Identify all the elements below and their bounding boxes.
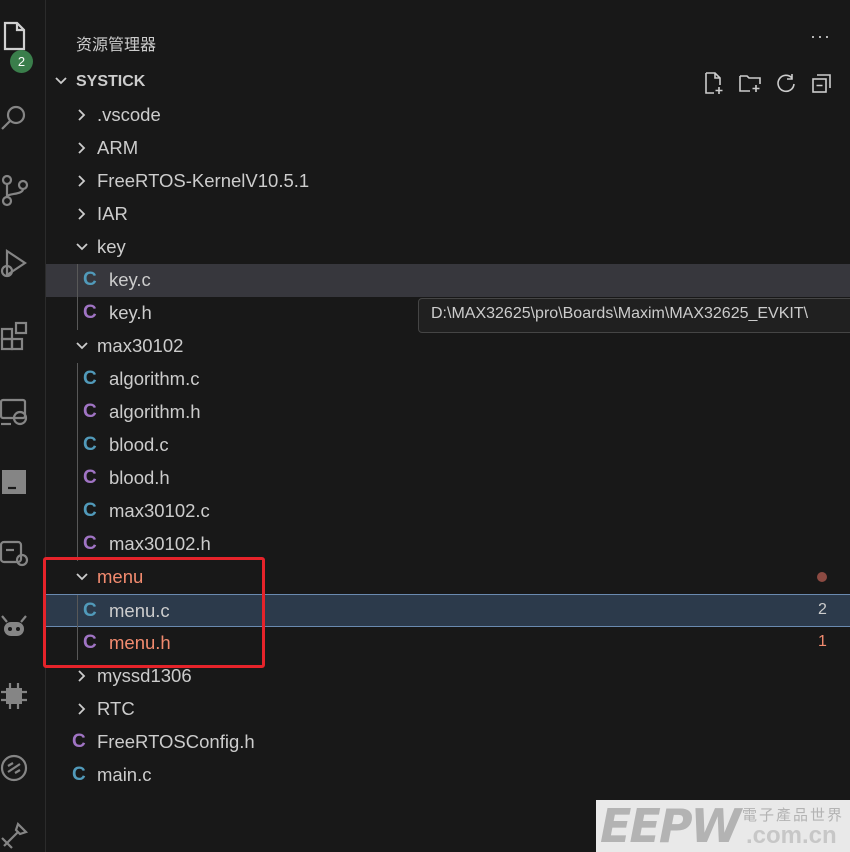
- indent-guide: [77, 297, 78, 330]
- device-settings-icon[interactable]: [0, 534, 34, 574]
- tree-folder-row[interactable]: key: [46, 231, 850, 264]
- indent-guide: [77, 363, 78, 396]
- file-label: blood.h: [109, 467, 170, 488]
- tree-folder-row[interactable]: max30102: [46, 330, 850, 363]
- folder-label: myssd1306: [97, 665, 192, 686]
- chevron-right-icon: [75, 141, 89, 155]
- folder-label: RTC: [97, 698, 135, 719]
- eepw-watermark: EEPW 電子產品世界 .com.cn: [596, 800, 850, 852]
- c-source-file-icon: C: [72, 764, 86, 785]
- file-label: main.c: [97, 764, 152, 785]
- chip-icon[interactable]: [0, 676, 34, 716]
- explorer-sidebar: 资源管理器 ··· SYSTICK .vscode ARM FreeRTOS-Ker…: [46, 0, 850, 852]
- problem-count-badge: 1: [818, 633, 827, 650]
- link-icon[interactable]: [0, 748, 34, 788]
- tools-icon[interactable]: [0, 816, 34, 852]
- run-debug-icon[interactable]: [0, 244, 34, 284]
- more-actions-button[interactable]: ···: [810, 26, 831, 47]
- c-header-file-icon: C: [83, 467, 97, 488]
- chevron-right-icon: [75, 669, 89, 683]
- file-label: algorithm.c: [109, 368, 200, 389]
- tree-file-row[interactable]: Cmain.c: [46, 759, 850, 792]
- chevron-down-icon: [75, 339, 89, 353]
- folder-label: FreeRTOS-KernelV10.5.1: [97, 170, 310, 191]
- tree-file-row[interactable]: C FreeRTOSConfig.h: [46, 726, 850, 759]
- tree-file-row[interactable]: Calgorithm.c: [46, 363, 850, 396]
- file-label: key.c: [109, 269, 151, 290]
- annotation-highlight-box: [43, 557, 265, 668]
- workspace-title: SYSTICK: [76, 73, 146, 90]
- tree-folder-row[interactable]: ARM: [46, 132, 850, 165]
- watermark-brand: EEPW: [600, 799, 741, 852]
- tree-folder-row[interactable]: .vscode: [46, 99, 850, 132]
- new-file-icon[interactable]: [701, 70, 727, 96]
- indent-guide: [77, 495, 78, 528]
- tree-folder-row[interactable]: RTC: [46, 693, 850, 726]
- source-control-icon[interactable]: [0, 170, 34, 210]
- file-label: FreeRTOSConfig.h: [97, 731, 255, 752]
- terminal-icon[interactable]: [0, 462, 34, 502]
- tree-file-row[interactable]: Cmax30102.c: [46, 495, 850, 528]
- folder-label: .vscode: [97, 104, 161, 125]
- section-actions: [701, 70, 835, 96]
- tree-folder-row[interactable]: FreeRTOS-KernelV10.5.1: [46, 165, 850, 198]
- chevron-right-icon: [75, 702, 89, 716]
- file-label: key.h: [109, 302, 152, 323]
- file-label: algorithm.h: [109, 401, 201, 422]
- chevron-right-icon: [75, 207, 89, 221]
- folder-label: key: [97, 236, 126, 257]
- watermark-domain: .com.cn: [746, 822, 837, 849]
- c-header-file-icon: C: [83, 401, 97, 422]
- activity-bar: 2: [0, 0, 46, 852]
- tree-folder-row[interactable]: IAR: [46, 198, 850, 231]
- error-dot-indicator: [817, 572, 827, 582]
- indent-guide: [77, 396, 78, 429]
- robot-icon[interactable]: [0, 606, 34, 646]
- remote-explorer-icon[interactable]: [0, 392, 34, 432]
- folder-label: ARM: [97, 137, 139, 158]
- folder-label: IAR: [97, 203, 128, 224]
- c-source-file-icon: C: [83, 269, 97, 290]
- path-tooltip: D:\MAX32625\pro\Boards\Maxim\MAX32625_EV…: [418, 298, 850, 333]
- file-label: max30102.c: [109, 500, 210, 521]
- c-source-file-icon: C: [83, 368, 97, 389]
- folder-label: max30102: [97, 335, 184, 356]
- c-header-file-icon: C: [83, 533, 97, 554]
- collapse-all-icon[interactable]: [809, 70, 835, 96]
- indent-guide: [77, 264, 78, 297]
- refresh-icon[interactable]: [773, 70, 799, 96]
- tree-file-row[interactable]: Cblood.c: [46, 429, 850, 462]
- extensions-icon[interactable]: [0, 318, 34, 358]
- new-folder-icon[interactable]: [737, 70, 763, 96]
- search-icon[interactable]: [0, 98, 34, 138]
- explorer-badge: 2: [10, 50, 33, 73]
- indent-guide: [77, 462, 78, 495]
- tree-file-row[interactable]: Ckey.c: [46, 264, 850, 297]
- c-header-file-icon: C: [83, 302, 97, 323]
- tree-file-row[interactable]: Calgorithm.h: [46, 396, 850, 429]
- file-label: blood.c: [109, 434, 169, 455]
- c-source-file-icon: C: [83, 500, 97, 521]
- c-source-file-icon: C: [83, 434, 97, 455]
- file-label: max30102.h: [109, 533, 211, 554]
- problem-count-badge: 2: [818, 601, 827, 618]
- tree-file-row[interactable]: Cblood.h: [46, 462, 850, 495]
- workspace-section-header[interactable]: SYSTICK: [46, 66, 850, 99]
- chevron-down-icon: [75, 240, 89, 254]
- explorer-title: 资源管理器: [76, 37, 157, 54]
- chevron-down-icon: [54, 74, 68, 93]
- indent-guide: [77, 429, 78, 462]
- chevron-right-icon: [75, 174, 89, 188]
- c-header-file-icon: C: [72, 731, 86, 752]
- chevron-right-icon: [75, 108, 89, 122]
